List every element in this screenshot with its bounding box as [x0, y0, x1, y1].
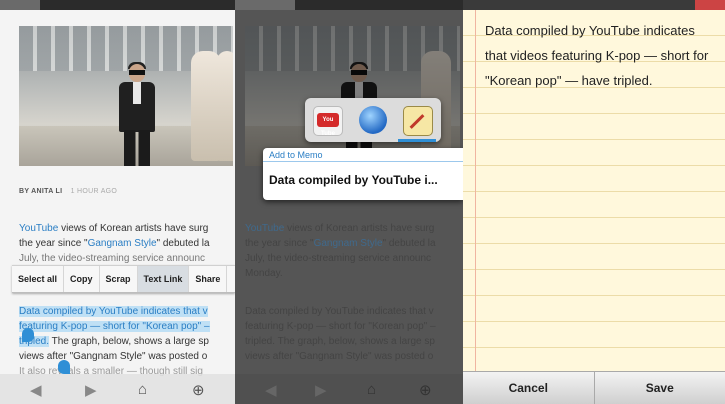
- browser-navbar: ◀ ▶ ⌂ ⊕: [0, 374, 235, 404]
- menu-text-link[interactable]: Text Link: [137, 266, 190, 292]
- memo-button-row: Cancel Save: [463, 371, 725, 404]
- home-icon[interactable]: ⌂: [367, 381, 376, 398]
- memo-screen: Data compiled by YouTube indicates that …: [463, 0, 725, 404]
- article-paragraph-line: featuring K-pop — short for "Korean pop"…: [245, 321, 436, 332]
- article-paragraph-line: Monday.: [245, 268, 283, 279]
- text-context-menu: Select all Copy Scrap Text Link Share: [12, 265, 235, 293]
- selected-indicator: [398, 139, 436, 142]
- share-app-popup: You Tube: [305, 98, 441, 142]
- status-bar: [235, 0, 463, 10]
- byline: BY ANITA LI 1 HOUR AGO: [19, 188, 117, 195]
- browser-navbar: ◀ ▶ ⌂ ⊕: [235, 374, 463, 404]
- article-paragraph-line: the year since "Gangnam Style" debuted l…: [245, 238, 436, 249]
- add-to-memo-card[interactable]: Add to Memo Data compiled by YouTube i..…: [263, 148, 463, 200]
- article-paragraph-line: July, the video-streaming service announ…: [19, 253, 206, 264]
- status-bar: [0, 0, 235, 10]
- article-paragraph-line: views after "Gangnam Style" was posted o: [245, 351, 434, 362]
- article-paragraph-line: July, the video-streaming service announ…: [245, 253, 432, 264]
- memo-preview-text: Data compiled by YouTube i...: [269, 173, 438, 187]
- menu-copy[interactable]: Copy: [64, 266, 100, 292]
- add-tab-icon[interactable]: ⊕: [419, 381, 432, 399]
- article-paragraph-line: Data compiled by YouTube indicates that …: [245, 306, 434, 317]
- article-paragraph-line: views after "Gangnam Style" was posted o: [19, 351, 208, 362]
- article-paragraph-line: YouTube views of Korean artists have sur…: [19, 223, 209, 234]
- article-paragraph-line: tripled. The graph, below, shows a large…: [245, 336, 435, 347]
- selection-start-handle[interactable]: [22, 328, 34, 342]
- memo-icon[interactable]: [403, 106, 433, 136]
- article-photo: [245, 26, 460, 166]
- add-to-memo-title: Add to Memo: [269, 150, 323, 160]
- cancel-button[interactable]: Cancel: [463, 372, 595, 404]
- byline-time: 1 HOUR AGO: [70, 188, 118, 195]
- selected-text-line: featuring K-pop — short for "Korean pop"…: [19, 321, 210, 332]
- add-tab-icon[interactable]: ⊕: [192, 381, 205, 399]
- home-icon[interactable]: ⌂: [138, 381, 147, 398]
- forward-arrow-icon[interactable]: ▶: [85, 381, 97, 399]
- article-screen: BY ANITA LI 1 HOUR AGO YouTube views of …: [0, 0, 235, 404]
- article-paragraph-line: tripled. The graph, below, shows a large…: [19, 336, 209, 347]
- article-paragraph-line: the year since "Gangnam Style" debuted l…: [19, 238, 210, 249]
- forward-arrow-icon[interactable]: ▶: [315, 381, 327, 399]
- gangnam-style-link[interactable]: Gangnam Style: [88, 238, 157, 249]
- youtube-link[interactable]: YouTube: [19, 223, 58, 234]
- web-browser-icon[interactable]: [359, 106, 387, 134]
- menu-select-all[interactable]: Select all: [12, 266, 65, 292]
- byline-author: BY ANITA LI: [19, 188, 63, 195]
- article-paragraph-line: YouTube views of Korean artists have sur…: [245, 223, 435, 234]
- article-photo: [19, 26, 233, 166]
- selection-end-handle[interactable]: [58, 360, 70, 374]
- youtube-icon[interactable]: You Tube: [313, 106, 343, 137]
- selected-text-line: Data compiled by YouTube indicates that …: [19, 306, 208, 317]
- save-button[interactable]: Save: [594, 372, 725, 404]
- status-bar: [463, 0, 725, 10]
- back-arrow-icon[interactable]: ◀: [265, 381, 277, 399]
- share-screen: YouTube views of Korean artists have sur…: [235, 0, 463, 404]
- menu-share[interactable]: Share: [189, 266, 228, 292]
- menu-scrap[interactable]: Scrap: [100, 266, 138, 292]
- back-arrow-icon[interactable]: ◀: [30, 381, 42, 399]
- memo-text-area[interactable]: Data compiled by YouTube indicates that …: [485, 18, 710, 93]
